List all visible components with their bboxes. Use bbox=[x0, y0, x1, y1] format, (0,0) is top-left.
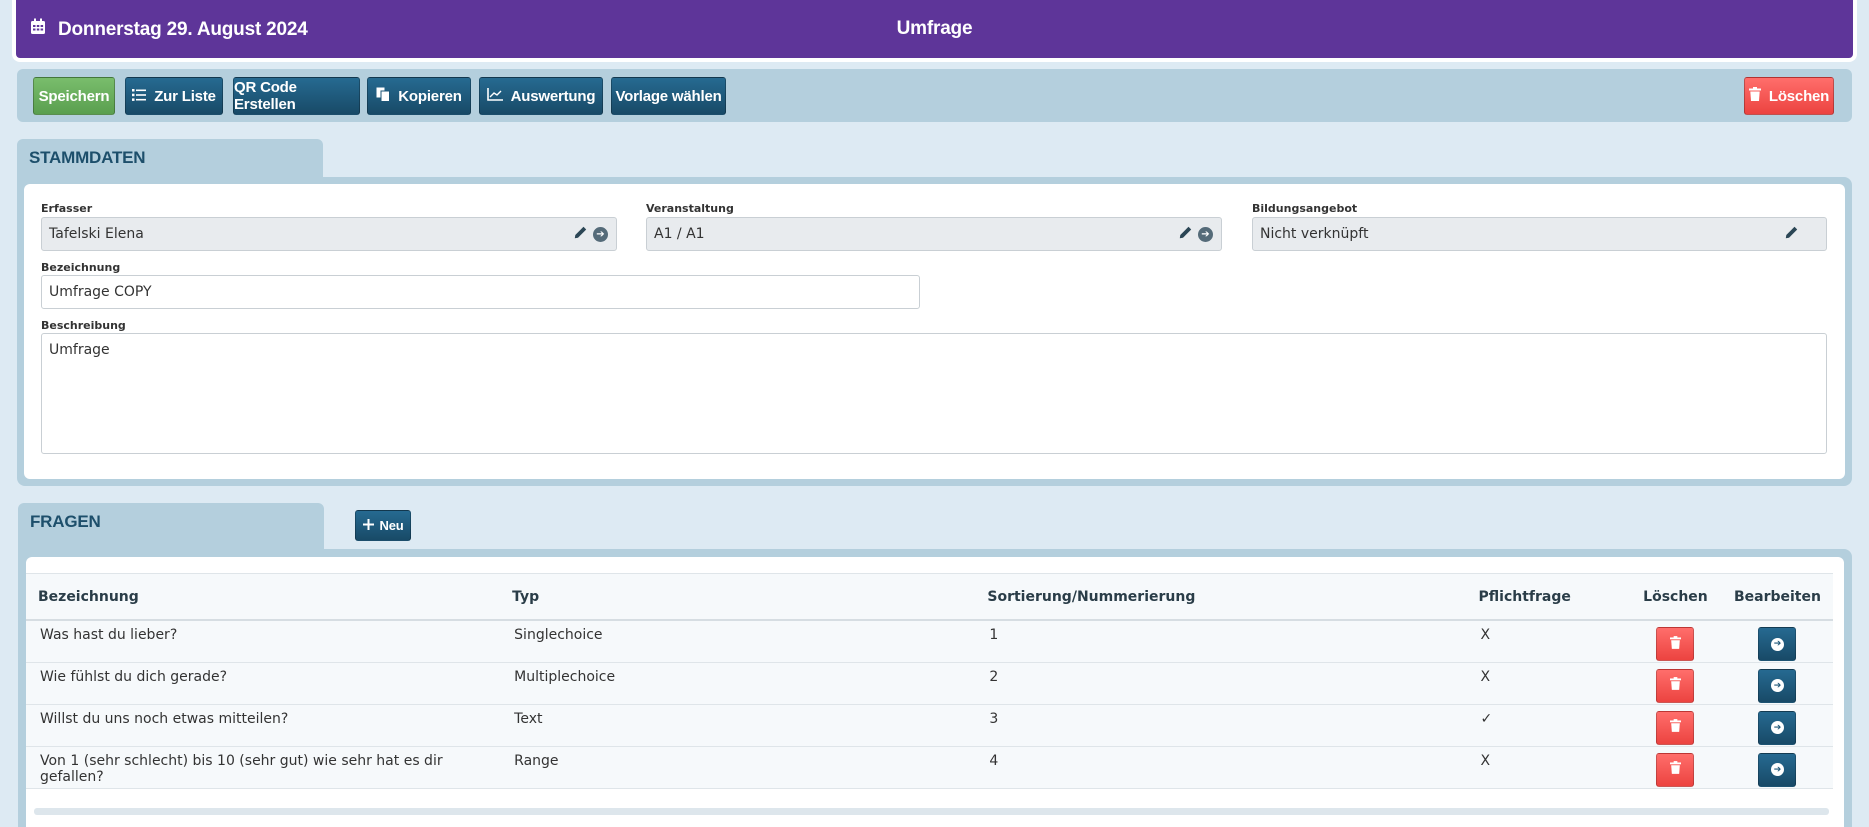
bezeichnung-label: Bezeichnung bbox=[41, 261, 121, 274]
trash-icon bbox=[1669, 635, 1681, 653]
qr-code-label: QR Code Erstellen bbox=[234, 79, 297, 113]
arrow-right-circle-icon: ➔ bbox=[1770, 637, 1784, 651]
row-edit-button[interactable]: ➔ bbox=[1758, 710, 1797, 745]
row-typ: Range bbox=[500, 746, 976, 789]
table-header-row: Bezeichnung Typ Sortierung/Nummerierung … bbox=[26, 574, 1833, 621]
veranstaltung-field[interactable]: A1 / A1 ➔ bbox=[646, 217, 1222, 251]
tab-fragen: FRAGEN bbox=[18, 503, 324, 550]
evaluation-label: Auswertung bbox=[510, 87, 596, 105]
toolbar: Speichern Zur Liste QR Code Erstellen Ko… bbox=[17, 69, 1852, 122]
delete-label: Löschen bbox=[1768, 87, 1830, 105]
copy-label: Kopieren bbox=[398, 87, 462, 105]
row-pflichtfrage: ✓ bbox=[1466, 704, 1630, 747]
veranstaltung-label: Veranstaltung bbox=[646, 202, 734, 215]
bezeichnung-input[interactable] bbox=[41, 275, 920, 309]
trash-icon bbox=[1748, 87, 1761, 105]
row-pflichtfrage: X bbox=[1466, 746, 1630, 789]
arrow-right-circle-icon: ➔ bbox=[1770, 679, 1784, 692]
row-edit-button[interactable]: ➔ bbox=[1758, 668, 1797, 703]
row-sortierung: 4 bbox=[975, 746, 1467, 789]
table-row: Willst du uns noch etwas mitteilen? Text… bbox=[26, 704, 1833, 747]
col-typ[interactable]: Typ bbox=[500, 574, 976, 621]
pencil-icon[interactable] bbox=[574, 226, 587, 243]
beschreibung-label: Beschreibung bbox=[41, 319, 126, 332]
to-list-button[interactable]: Zur Liste bbox=[125, 77, 223, 115]
row-bezeichnung: Willst du uns noch etwas mitteilen? bbox=[26, 704, 501, 747]
list-icon bbox=[132, 88, 147, 105]
col-bezeichnung[interactable]: Bezeichnung bbox=[26, 574, 501, 621]
erfasser-label: Erfasser bbox=[41, 202, 93, 215]
row-sortierung: 2 bbox=[975, 662, 1467, 705]
trash-icon bbox=[1669, 761, 1681, 778]
pencil-icon[interactable] bbox=[1179, 226, 1192, 243]
row-edit-button[interactable]: ➔ bbox=[1758, 627, 1797, 661]
row-pflichtfrage: X bbox=[1466, 662, 1630, 705]
delete-button[interactable]: Löschen bbox=[1744, 77, 1834, 115]
tab-stammdaten: STAMMDATEN bbox=[17, 139, 323, 179]
arrow-right-circle-icon: ➔ bbox=[1770, 721, 1784, 734]
trash-icon bbox=[1669, 719, 1681, 736]
arrow-right-circle-icon[interactable]: ➔ bbox=[1198, 227, 1213, 242]
table-row: Von 1 (sehr schlecht) bis 10 (sehr gut) … bbox=[26, 746, 1833, 789]
stammdaten-panel: Erfasser Tafelski Elena ➔ Veranstaltung … bbox=[17, 177, 1852, 486]
col-bearbeiten: Bearbeiten bbox=[1721, 574, 1833, 621]
chart-icon bbox=[486, 87, 503, 105]
beschreibung-textarea[interactable]: Umfrage bbox=[41, 333, 1827, 454]
row-bezeichnung: Von 1 (sehr schlecht) bis 10 (sehr gut) … bbox=[26, 746, 501, 789]
copy-button[interactable]: Kopieren bbox=[367, 77, 471, 115]
new-question-label: Neu bbox=[379, 518, 404, 533]
copy-icon bbox=[376, 87, 391, 106]
col-sortierung[interactable]: Sortierung/Nummerierung bbox=[975, 574, 1467, 621]
plus-icon bbox=[362, 518, 374, 533]
save-button[interactable]: Speichern bbox=[33, 77, 115, 115]
save-button-label: Speichern bbox=[38, 87, 110, 105]
questions-table-wrapper: Bezeichnung Typ Sortierung/Nummerierung … bbox=[26, 573, 1833, 789]
choose-template-label: Vorlage wählen bbox=[615, 87, 722, 105]
row-edit-button[interactable]: ➔ bbox=[1758, 752, 1797, 787]
page-title: Umfrage bbox=[896, 18, 973, 39]
fragen-content: Bezeichnung Typ Sortierung/Nummerierung … bbox=[26, 557, 1844, 827]
veranstaltung-value: A1 / A1 bbox=[654, 226, 705, 242]
questions-table: Bezeichnung Typ Sortierung/Nummerierung … bbox=[26, 574, 1833, 789]
row-typ: Multiplechoice bbox=[500, 662, 976, 705]
erfasser-field[interactable]: Tafelski Elena ➔ bbox=[41, 217, 617, 251]
table-row: Wie fühlst du dich gerade? Multiplechoic… bbox=[26, 662, 1833, 705]
fragen-panel: Bezeichnung Typ Sortierung/Nummerierung … bbox=[18, 549, 1852, 827]
arrow-right-circle-icon[interactable]: ➔ bbox=[593, 227, 608, 242]
col-pflichtfrage[interactable]: Pflichtfrage bbox=[1466, 574, 1630, 621]
arrow-right-circle-icon: ➔ bbox=[1770, 763, 1784, 776]
app-header: Donnerstag 29. August 2024 Umfrage bbox=[12, 0, 1857, 62]
bildungsangebot-value: Nicht verknüpft bbox=[1260, 226, 1369, 242]
col-loeschen: Löschen bbox=[1629, 574, 1722, 621]
stammdaten-content: Erfasser Tafelski Elena ➔ Veranstaltung … bbox=[24, 184, 1845, 479]
evaluation-button[interactable]: Auswertung bbox=[479, 77, 603, 115]
row-bezeichnung: Wie fühlst du dich gerade? bbox=[26, 662, 501, 705]
row-sortierung: 3 bbox=[975, 704, 1467, 747]
row-typ: Text bbox=[500, 704, 976, 747]
new-question-button[interactable]: Neu bbox=[355, 510, 411, 541]
horizontal-scrollbar[interactable] bbox=[34, 808, 1829, 815]
choose-template-button[interactable]: Vorlage wählen bbox=[611, 77, 726, 115]
row-bezeichnung: Was hast du lieber? bbox=[26, 620, 501, 663]
bildungsangebot-label: Bildungsangebot bbox=[1252, 202, 1358, 215]
table-row: Was hast du lieber? Singlechoice 1 X ➔ bbox=[26, 620, 1833, 663]
row-delete-button[interactable] bbox=[1656, 752, 1695, 787]
row-delete-button[interactable] bbox=[1656, 710, 1695, 745]
pencil-icon[interactable] bbox=[1785, 226, 1798, 243]
bildungsangebot-field[interactable]: Nicht verknüpft bbox=[1252, 217, 1827, 251]
row-delete-button[interactable] bbox=[1656, 668, 1695, 703]
to-list-label: Zur Liste bbox=[154, 87, 216, 105]
erfasser-value: Tafelski Elena bbox=[49, 226, 144, 242]
row-pflichtfrage: X bbox=[1466, 620, 1630, 663]
row-typ: Singlechoice bbox=[500, 620, 976, 663]
row-sortierung: 1 bbox=[975, 620, 1467, 663]
qr-code-button[interactable]: QR Code Erstellen bbox=[233, 77, 360, 115]
trash-icon bbox=[1669, 677, 1681, 694]
row-delete-button[interactable] bbox=[1656, 627, 1695, 661]
